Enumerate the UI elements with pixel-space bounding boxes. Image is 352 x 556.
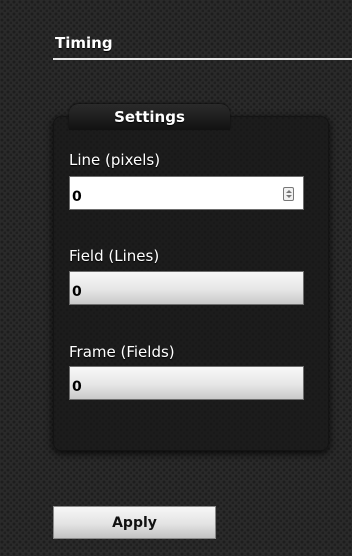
frame-fields-label: Frame (Fields) (69, 343, 175, 361)
apply-button[interactable]: Apply (53, 506, 216, 539)
frame-fields-input: 0 (69, 366, 304, 400)
field-lines-input: 0 (69, 271, 304, 305)
section-header: Timing (53, 34, 352, 60)
field-lines-value: 0 (72, 284, 82, 300)
line-pixels-label: Line (pixels) (69, 151, 161, 169)
settings-panel-tab: Settings (69, 104, 230, 130)
frame-fields-value: 0 (72, 379, 82, 395)
section-title: Timing (55, 34, 113, 52)
spin-stepper-icon[interactable] (283, 187, 294, 201)
settings-panel-title: Settings (114, 108, 185, 126)
line-pixels-value: 0 (72, 189, 82, 205)
field-lines-label: Field (Lines) (69, 247, 160, 265)
line-pixels-input[interactable]: 0 (69, 176, 304, 210)
